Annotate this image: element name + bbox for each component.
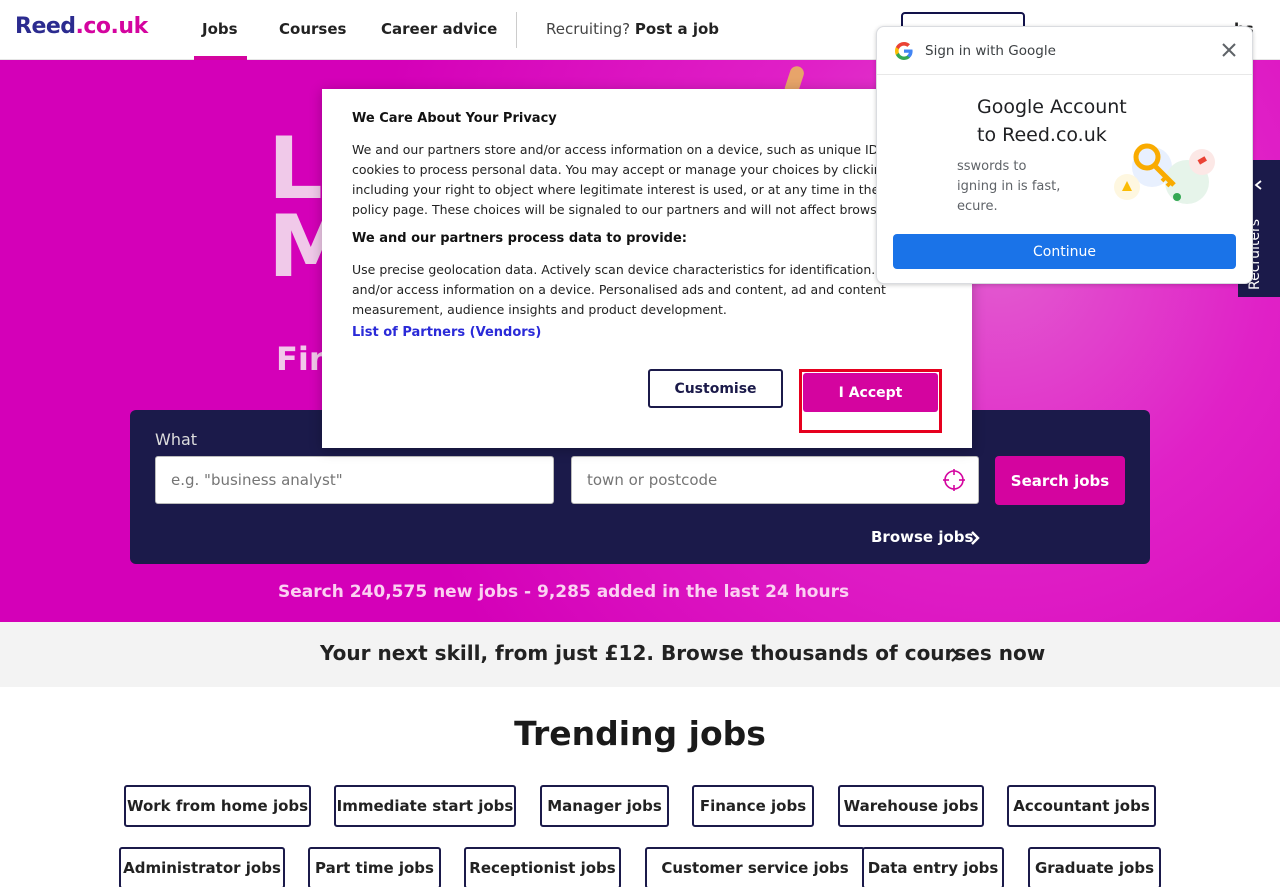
- trending-chip[interactable]: Receptionist jobs: [464, 847, 621, 887]
- partners-list-link[interactable]: List of Partners (Vendors): [352, 325, 541, 340]
- what-input[interactable]: [155, 456, 554, 504]
- trending-chip[interactable]: Manager jobs: [540, 785, 669, 827]
- trending-chip[interactable]: Data entry jobs: [862, 847, 1004, 887]
- what-label: What: [155, 430, 198, 449]
- search-jobs-button[interactable]: Search jobs: [995, 456, 1125, 505]
- close-icon[interactable]: [1220, 41, 1238, 59]
- google-logo-icon: [895, 42, 913, 60]
- google-signin-title: Sign in with Google: [925, 43, 1056, 59]
- courses-banner-text[interactable]: Your next skill, from just £12. Browse t…: [320, 641, 1045, 665]
- key-illustration-icon: [1114, 143, 1215, 204]
- trending-chip[interactable]: Work from home jobs: [124, 785, 311, 827]
- where-input[interactable]: [571, 456, 979, 504]
- trending-jobs-title: Trending jobs: [514, 714, 766, 753]
- privacy-title: We Care About Your Privacy: [352, 111, 557, 126]
- trending-chip[interactable]: Graduate jobs: [1028, 847, 1161, 887]
- customise-button[interactable]: Customise: [648, 369, 783, 408]
- crosshair-icon[interactable]: [943, 469, 965, 491]
- nav-jobs[interactable]: Jobs: [202, 20, 238, 38]
- privacy-purposes-heading: We and our partners process data to prov…: [352, 231, 687, 246]
- google-signin-popup: Sign in with Google Google Account to Re…: [876, 26, 1253, 284]
- recruiting-text: Recruiting? Post a job: [546, 20, 720, 38]
- privacy-text: We and our partners store and/or access …: [352, 142, 935, 217]
- trending-chip[interactable]: Part time jobs: [308, 847, 441, 887]
- trending-chip[interactable]: Accountant jobs: [1007, 785, 1156, 827]
- trending-chip[interactable]: Administrator jobs: [119, 847, 285, 887]
- reed-logo[interactable]: Reed.co.uk: [15, 14, 148, 39]
- privacy-purposes-text: Use precise geolocation data. Actively s…: [352, 262, 913, 317]
- trending-chip[interactable]: Warehouse jobs: [838, 785, 984, 827]
- job-stats: Search 240,575 new jobs - 9,285 added in…: [278, 582, 850, 602]
- nav-career-advice[interactable]: Career advice: [381, 20, 497, 38]
- google-continue-button[interactable]: Continue: [893, 234, 1236, 269]
- trending-chip[interactable]: Immediate start jobs: [334, 785, 516, 827]
- nav-courses[interactable]: Courses: [279, 20, 346, 38]
- post-a-job-link[interactable]: Post a job: [635, 20, 719, 38]
- chevron-left-icon: [1254, 180, 1262, 190]
- chevron-right-icon: [971, 531, 980, 545]
- trending-chip[interactable]: Finance jobs: [692, 785, 814, 827]
- accept-button[interactable]: I Accept: [803, 373, 938, 412]
- trending-chip[interactable]: Customer service jobs: [645, 847, 865, 887]
- google-signin-body: sswords to igning in is fast, ecure.: [957, 159, 1061, 214]
- privacy-consent-dialog: We Care About Your Privacy We and our pa…: [322, 89, 972, 448]
- chevron-right-icon: [951, 648, 960, 662]
- nav-divider: [516, 12, 517, 48]
- browse-jobs-link[interactable]: Browse jobs: [871, 528, 973, 546]
- google-signin-header: Sign in with Google: [877, 27, 1252, 75]
